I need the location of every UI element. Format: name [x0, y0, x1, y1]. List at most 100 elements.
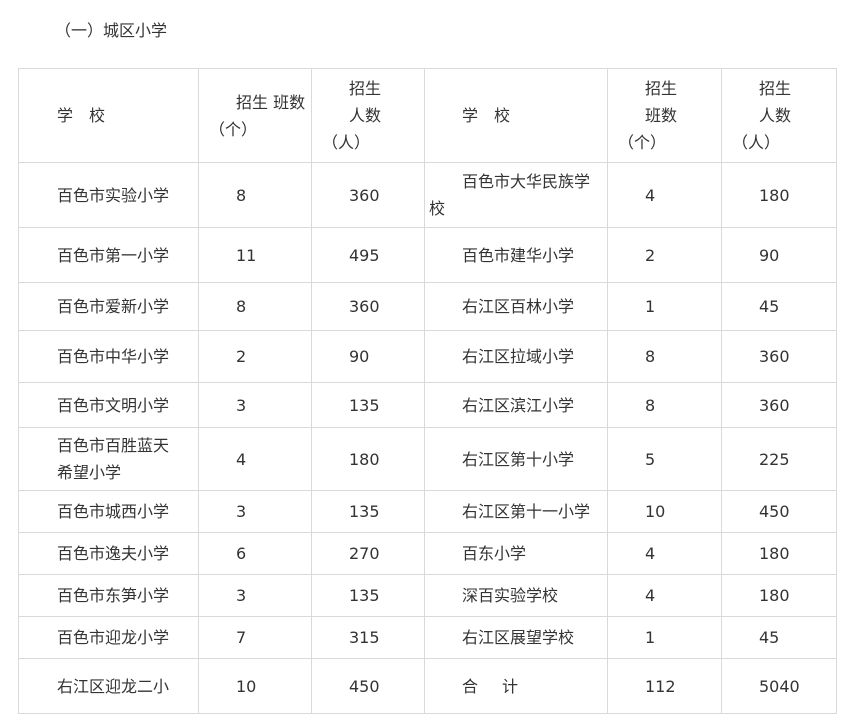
school-right-cell: 右江区第十一小学	[424, 490, 608, 533]
classes-right-value: 4	[645, 586, 656, 605]
students-value: 135	[349, 586, 380, 605]
students-right-cell: 90	[721, 227, 837, 283]
classes-right-value: 1	[645, 628, 656, 647]
school-name: 百色市中华小学	[57, 347, 170, 366]
school-right-cell: 百色市大华民族学 校	[424, 162, 608, 228]
classes-cell: 7	[198, 616, 312, 659]
table-header-row: 学 校 招生 班数 （个） 招生 人数 （人） 学 校 招生 班数 （个） 招生…	[18, 68, 837, 163]
school-cell: 百色市逸夫小学	[18, 532, 199, 575]
students-cell: 135	[311, 382, 425, 428]
students-right-cell: 45	[721, 616, 837, 659]
school-name: 右江区迎龙二小	[57, 676, 170, 696]
total-classes-cell: 112	[607, 658, 722, 714]
classes-value: 3	[236, 586, 247, 605]
students-right-value: 225	[759, 449, 790, 469]
school-right-name: 右江区展望学校	[462, 628, 575, 647]
school-right-name-line1: 百色市大华民族学	[462, 172, 591, 191]
enrollment-table: 学 校 招生 班数 （个） 招生 人数 （人） 学 校 招生 班数 （个） 招生…	[18, 68, 837, 714]
classes-value: 6	[236, 544, 247, 563]
school-cell: 右江区迎龙二小	[18, 658, 199, 714]
school-right-name-line2: 校	[429, 199, 446, 218]
students-right-value: 180	[759, 586, 790, 605]
classes-cell: 2	[198, 330, 312, 383]
students-right-cell: 45	[721, 282, 837, 331]
table-row: 百色市迎龙小学 7 315 右江区展望学校 1 45	[18, 616, 837, 659]
header-classes-right-line1: 招生	[645, 79, 678, 98]
school-name-line2: 希望小学	[57, 463, 122, 482]
classes-value: 11	[236, 245, 257, 265]
school-name: 百色市爱新小学	[57, 297, 170, 316]
classes-value: 10	[236, 676, 257, 696]
students-value: 135	[349, 395, 380, 415]
classes-right-cell: 1	[607, 616, 722, 659]
classes-cell: 11	[198, 227, 312, 283]
school-cell: 百色市爱新小学	[18, 282, 199, 331]
students-value: 360	[349, 185, 380, 205]
header-students-line2: 人数	[349, 106, 382, 125]
school-name: 百色市城西小学	[57, 502, 170, 521]
school-name: 百色市文明小学	[57, 395, 170, 415]
school-name: 百色市第一小学	[57, 245, 170, 265]
table-row: 百色市实验小学 8 360 百色市大华民族学 校 4 180	[18, 162, 837, 228]
school-cell: 百色市第一小学	[18, 227, 199, 283]
school-right-cell: 百东小学	[424, 532, 608, 575]
classes-cell: 10	[198, 658, 312, 714]
students-value: 315	[349, 628, 380, 647]
section-title: （一）城区小学	[55, 21, 168, 40]
header-students-right: 招生 人数 （人）	[721, 68, 837, 163]
students-value: 180	[349, 449, 380, 469]
classes-right-value: 2	[645, 245, 656, 265]
school-cell: 百色市城西小学	[18, 490, 199, 533]
classes-cell: 3	[198, 382, 312, 428]
table-row: 百色市百胜蓝天 希望小学 4 180 右江区第十小学 5 225	[18, 427, 837, 491]
classes-value: 2	[236, 347, 247, 366]
header-students-line3: （人）	[322, 133, 371, 152]
classes-value: 8	[236, 185, 247, 205]
school-right-cell: 右江区拉域小学	[424, 330, 608, 383]
students-cell: 450	[311, 658, 425, 714]
classes-right-cell: 4	[607, 162, 722, 228]
school-right-cell: 右江区百林小学	[424, 282, 608, 331]
school-cell: 百色市实验小学	[18, 162, 199, 228]
classes-right-value: 10	[645, 502, 666, 521]
header-students: 招生 人数 （人）	[311, 68, 425, 163]
school-right-name: 右江区滨江小学	[462, 395, 575, 415]
students-right-value: 360	[759, 395, 790, 415]
header-classes-line2: （个）	[209, 119, 258, 139]
school-right-name: 百东小学	[462, 544, 527, 563]
classes-right-cell: 4	[607, 574, 722, 617]
school-name: 百色市迎龙小学	[57, 628, 170, 647]
students-right-cell: 180	[721, 574, 837, 617]
total-label-part2: 计	[502, 676, 519, 696]
header-classes: 招生 班数 （个）	[198, 68, 312, 163]
students-right-cell: 360	[721, 382, 837, 428]
school-cell: 百色市百胜蓝天 希望小学	[18, 427, 199, 491]
classes-value: 4	[236, 449, 247, 469]
students-right-cell: 225	[721, 427, 837, 491]
classes-value: 7	[236, 628, 247, 647]
table-row: 百色市东笋小学 3 135 深百实验学校 4 180	[18, 574, 837, 617]
students-right-value: 45	[759, 628, 780, 647]
header-students-right-line3: （人）	[732, 133, 781, 152]
students-cell: 135	[311, 490, 425, 533]
header-school-label: 学 校	[57, 106, 106, 125]
header-classes-right-line2: 班数	[645, 106, 678, 125]
students-cell: 495	[311, 227, 425, 283]
classes-value: 3	[236, 502, 247, 521]
students-cell: 180	[311, 427, 425, 491]
classes-right-cell: 2	[607, 227, 722, 283]
school-right-cell: 右江区展望学校	[424, 616, 608, 659]
students-right-value: 180	[759, 544, 790, 563]
students-value: 135	[349, 502, 380, 521]
students-right-cell: 180	[721, 162, 837, 228]
total-students-cell: 5040	[721, 658, 837, 714]
students-value: 90	[349, 347, 370, 366]
table-row: 百色市城西小学 3 135 右江区第十一小学 10 450	[18, 490, 837, 533]
school-cell: 百色市迎龙小学	[18, 616, 199, 659]
students-cell: 360	[311, 162, 425, 228]
students-right-cell: 360	[721, 330, 837, 383]
header-students-line1: 招生	[349, 79, 382, 98]
students-value: 450	[349, 676, 380, 696]
students-right-cell: 450	[721, 490, 837, 533]
classes-right-cell: 5	[607, 427, 722, 491]
